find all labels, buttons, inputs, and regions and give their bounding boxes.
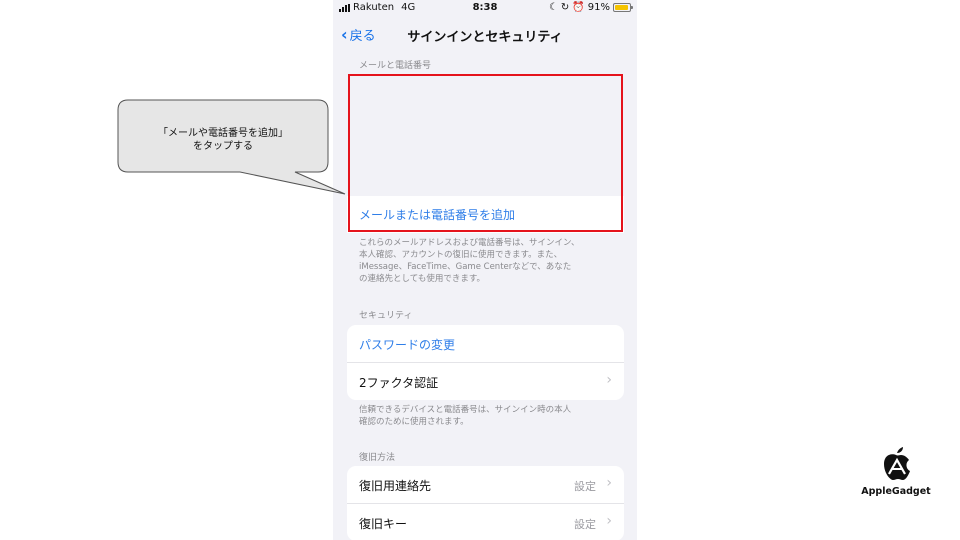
callout-text: 「メールや電話番号を追加」 をタップする [118,127,328,153]
callout-line: をタップする [193,141,253,152]
callout-line: 「メールや電話番号を追加」 [158,128,288,139]
logo-text: AppleGadget [861,486,931,497]
callout-bubble [117,99,346,195]
apple-logo-icon [884,447,910,480]
applegadget-logo: AppleGadget [858,447,934,497]
